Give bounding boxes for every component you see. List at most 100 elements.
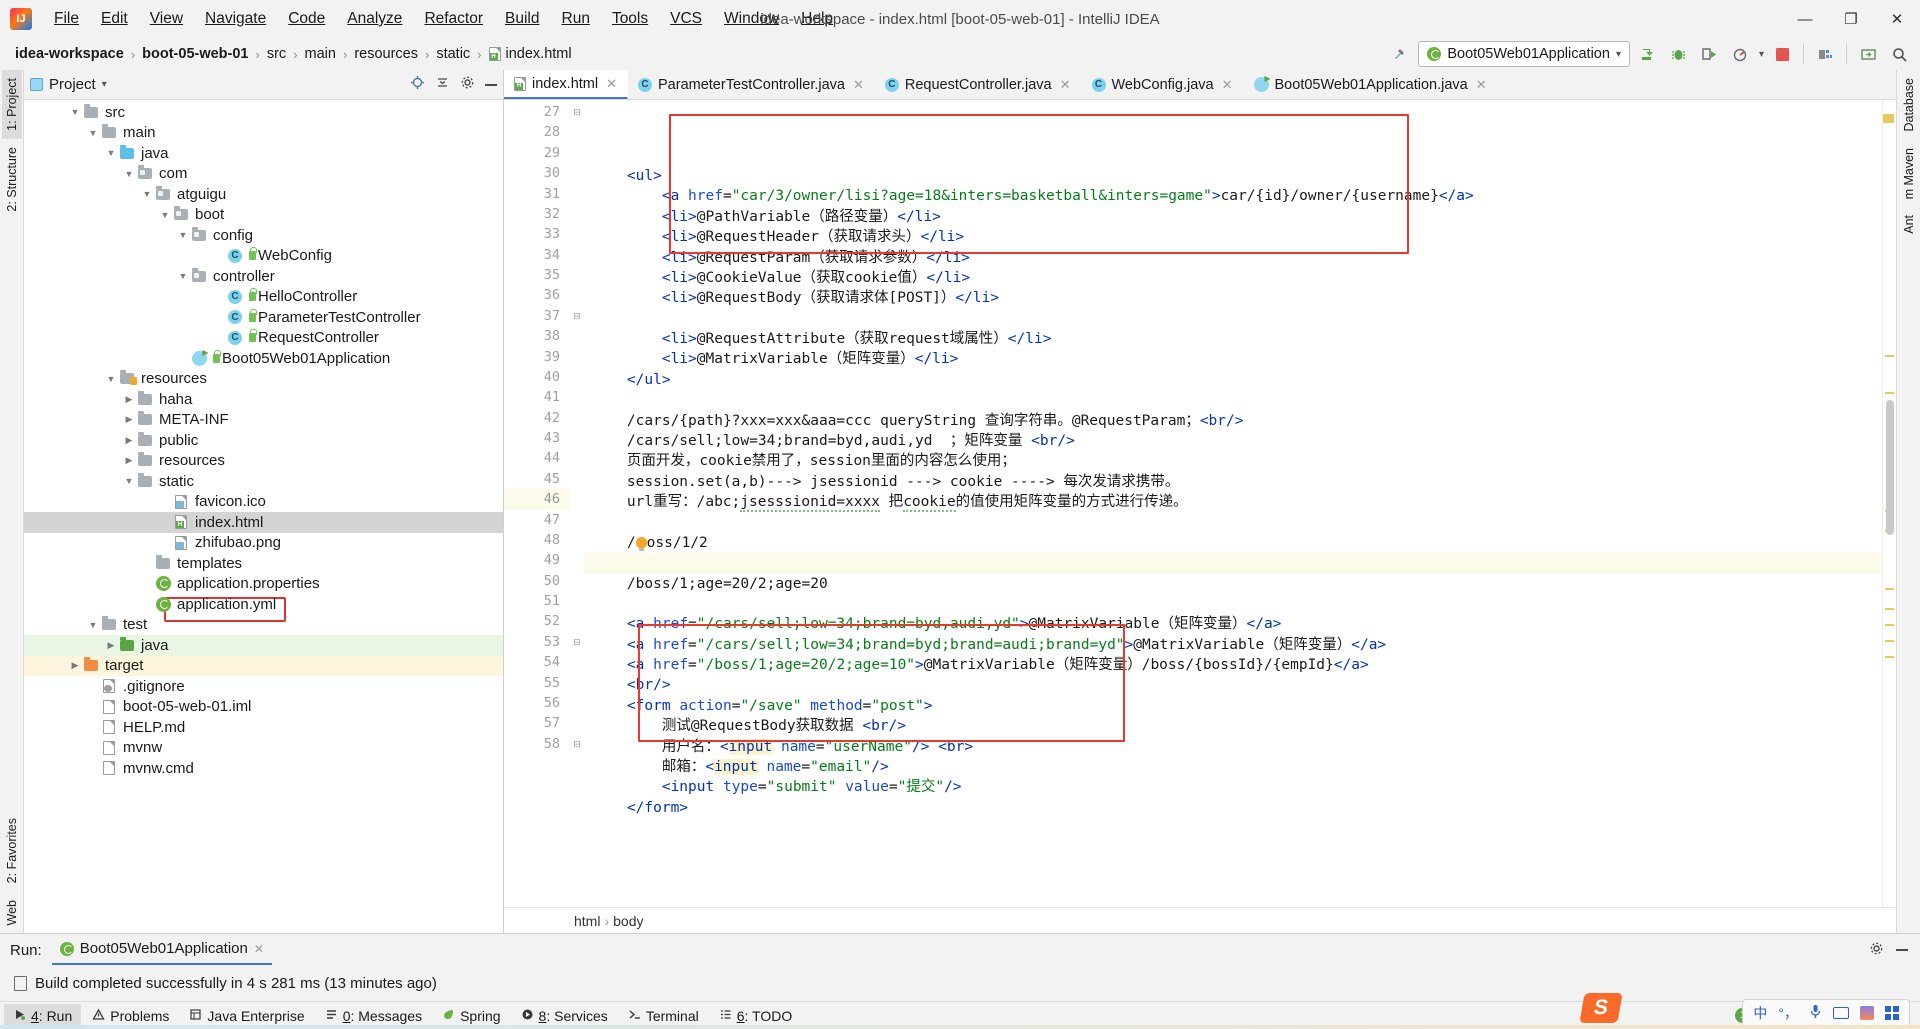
menu-file[interactable]: File	[44, 6, 89, 32]
chevron-down-icon[interactable]: ▼	[68, 107, 82, 117]
chevron-down-icon[interactable]: ▼	[86, 620, 100, 630]
status-tab-0-messages[interactable]: 0: Messages	[316, 1004, 431, 1028]
code-line[interactable]: </ul>	[584, 370, 1882, 390]
tree-node-index-html[interactable]: Hindex.html	[24, 512, 503, 533]
apps-grid-icon[interactable]	[1885, 1006, 1899, 1020]
code-line[interactable]: <input type="submit" value="提交"/>	[584, 777, 1882, 797]
tree-node-application-properties[interactable]: application.properties	[24, 574, 503, 595]
profiler-icon[interactable]	[1728, 41, 1754, 67]
status-tab-java-enterprise[interactable]: Java Enterprise	[180, 1004, 313, 1028]
code-line[interactable]	[584, 594, 1882, 614]
chevron-down-icon[interactable]: ▼	[122, 169, 136, 179]
chevron-down-icon[interactable]: ▼	[104, 148, 118, 158]
chevron-down-icon[interactable]: ▼	[104, 374, 118, 384]
sogou-ime-logo[interactable]: S	[1579, 993, 1622, 1023]
code-line[interactable]: <a href="/boss/1;age=20/2;age=10">@Matri…	[584, 655, 1882, 675]
menu-code[interactable]: Code	[278, 6, 335, 32]
code-line[interactable]: <a href="/cars/sell;low=34;brand=byd;bra…	[584, 635, 1882, 655]
code-editor[interactable]: 2728293031323334353637383940414243444546…	[504, 100, 1896, 907]
breadcrumb-item-main[interactable]: main	[300, 44, 341, 64]
tree-node-target[interactable]: ▶target	[24, 656, 503, 677]
run-configuration-selector[interactable]: Boot05Web01Application ▾	[1418, 41, 1630, 67]
code-fold-toggle[interactable]: ⊟	[570, 632, 584, 652]
search-everywhere-icon[interactable]	[1886, 41, 1912, 67]
close-icon[interactable]: ✕	[1058, 77, 1071, 93]
tree-node-meta-inf[interactable]: ▶META-INF	[24, 410, 503, 431]
tree-node-resources[interactable]: ▼resources	[24, 369, 503, 390]
status-tab-problems[interactable]: Problems	[83, 1004, 178, 1028]
tree-node-webconfig[interactable]: CWebConfig	[24, 246, 503, 267]
sidebar-tab-database[interactable]: Database	[1899, 70, 1919, 140]
tree-node-boot05web01application[interactable]: Boot05Web01Application	[24, 348, 503, 369]
maximize-button[interactable]: ❐	[1828, 0, 1874, 38]
chevron-right-icon[interactable]: ▶	[122, 455, 136, 466]
skin-icon[interactable]	[1860, 1006, 1874, 1020]
chevron-down-icon[interactable]: ▼	[158, 210, 172, 220]
code-folding-column[interactable]: ⊟⊟⊟⊟	[570, 100, 584, 907]
chevron-down-icon[interactable]: ▾	[102, 79, 107, 90]
breadcrumb-item-resources[interactable]: resources	[349, 44, 423, 64]
editor-breadcrumb-body[interactable]: body	[613, 913, 643, 929]
menu-build[interactable]: Build	[495, 6, 549, 32]
tree-node-atguigu[interactable]: ▼atguigu	[24, 184, 503, 205]
code-line[interactable]: 测试@RequestBody获取数据 <br/>	[584, 716, 1882, 736]
run-with-coverage-icon[interactable]	[1697, 41, 1723, 67]
menu-tools[interactable]: Tools	[602, 6, 658, 32]
editor-tab-webconfig-java[interactable]: CWebConfig.java✕	[1082, 70, 1244, 99]
code-line[interactable]: 用户名：<input name="userName"/> <br>	[584, 737, 1882, 757]
collapse-all-icon[interactable]	[435, 75, 450, 94]
status-tab-8-services[interactable]: 8: Services	[512, 1004, 617, 1028]
close-icon[interactable]: ✕	[1474, 77, 1487, 93]
sidebar-tab-favorites[interactable]: 2: Favorites	[2, 810, 22, 891]
editor-marker-strip[interactable]	[1882, 100, 1896, 907]
code-line[interactable]: <br/>	[584, 675, 1882, 695]
sidebar-tab-web[interactable]: Web	[2, 892, 22, 933]
tree-node-help-md[interactable]: HELP.md	[24, 717, 503, 738]
tree-node-application-yml[interactable]: application.yml	[24, 594, 503, 615]
menu-analyze[interactable]: Analyze	[337, 6, 412, 32]
code-line[interactable]: /cars/sell;low=34;brand=byd,audi,yd ；矩阵变…	[584, 431, 1882, 451]
build-hammer-icon[interactable]	[1387, 41, 1413, 67]
tree-node-mvnw[interactable]: mvnw	[24, 738, 503, 759]
code-line[interactable]: <li>@RequestAttribute（获取request域属性）</li>	[584, 329, 1882, 349]
chevron-right-icon[interactable]: ▶	[122, 435, 136, 446]
code-line[interactable]: 邮箱：<input name="email"/>	[584, 757, 1882, 777]
code-fold-toggle[interactable]: ⊟	[570, 306, 584, 326]
chevron-down-icon[interactable]: ▼	[176, 271, 190, 281]
tree-node-haha[interactable]: ▶haha	[24, 389, 503, 410]
code-text[interactable]: <ul> <a href="car/3/owner/lisi?age=18&in…	[584, 100, 1882, 907]
code-line[interactable]: <li>@RequestBody（获取请求体[POST]）</li>	[584, 288, 1882, 308]
menu-run[interactable]: Run	[552, 6, 600, 32]
stop-icon[interactable]	[1769, 41, 1795, 67]
tree-node-public[interactable]: ▶public	[24, 430, 503, 451]
tree-node-boot[interactable]: ▼boot	[24, 205, 503, 226]
tree-node-static[interactable]: ▼static	[24, 471, 503, 492]
chevron-down-icon[interactable]: ▼	[86, 128, 100, 138]
menu-edit[interactable]: Edit	[91, 6, 138, 32]
target-icon[interactable]	[410, 75, 425, 94]
code-line[interactable]: session.set(a,b)---> jsessionid ---> coo…	[584, 472, 1882, 492]
code-line[interactable]: <form action="/save" method="post">	[584, 696, 1882, 716]
tree-node-hellocontroller[interactable]: CHelloController	[24, 287, 503, 308]
hide-window-icon[interactable]	[485, 84, 497, 86]
chevron-right-icon[interactable]: ▶	[122, 414, 136, 425]
ime-mode-label[interactable]: 中	[1753, 1003, 1767, 1023]
project-structure-icon[interactable]	[1812, 41, 1838, 67]
tree-node-requestcontroller[interactable]: CRequestController	[24, 328, 503, 349]
breadcrumb-item-workspace[interactable]: idea-workspace	[10, 44, 129, 64]
sidebar-tab-ant[interactable]: Ant	[1899, 207, 1919, 242]
keyboard-icon[interactable]	[1833, 1007, 1849, 1019]
run-icon[interactable]	[1635, 41, 1661, 67]
menu-navigate[interactable]: Navigate	[195, 6, 276, 32]
chevron-right-icon[interactable]: ▶	[122, 394, 136, 405]
minimize-button[interactable]: —	[1782, 0, 1828, 38]
editor-tab-index-html[interactable]: Hindex.html✕	[504, 70, 628, 99]
code-line[interactable]: <li>@MatrixVariable（矩阵变量）</li>	[584, 349, 1882, 369]
chevron-down-icon[interactable]: ▼	[176, 230, 190, 240]
tree-node-java[interactable]: ▼java	[24, 143, 503, 164]
sidebar-tab-maven[interactable]: m Maven	[1899, 140, 1919, 207]
menu-window[interactable]: Window	[714, 6, 789, 32]
status-tab-6-todo[interactable]: 6: TODO	[710, 1004, 802, 1028]
microphone-icon[interactable]	[1809, 1004, 1822, 1022]
close-icon[interactable]: ✕	[851, 77, 864, 93]
